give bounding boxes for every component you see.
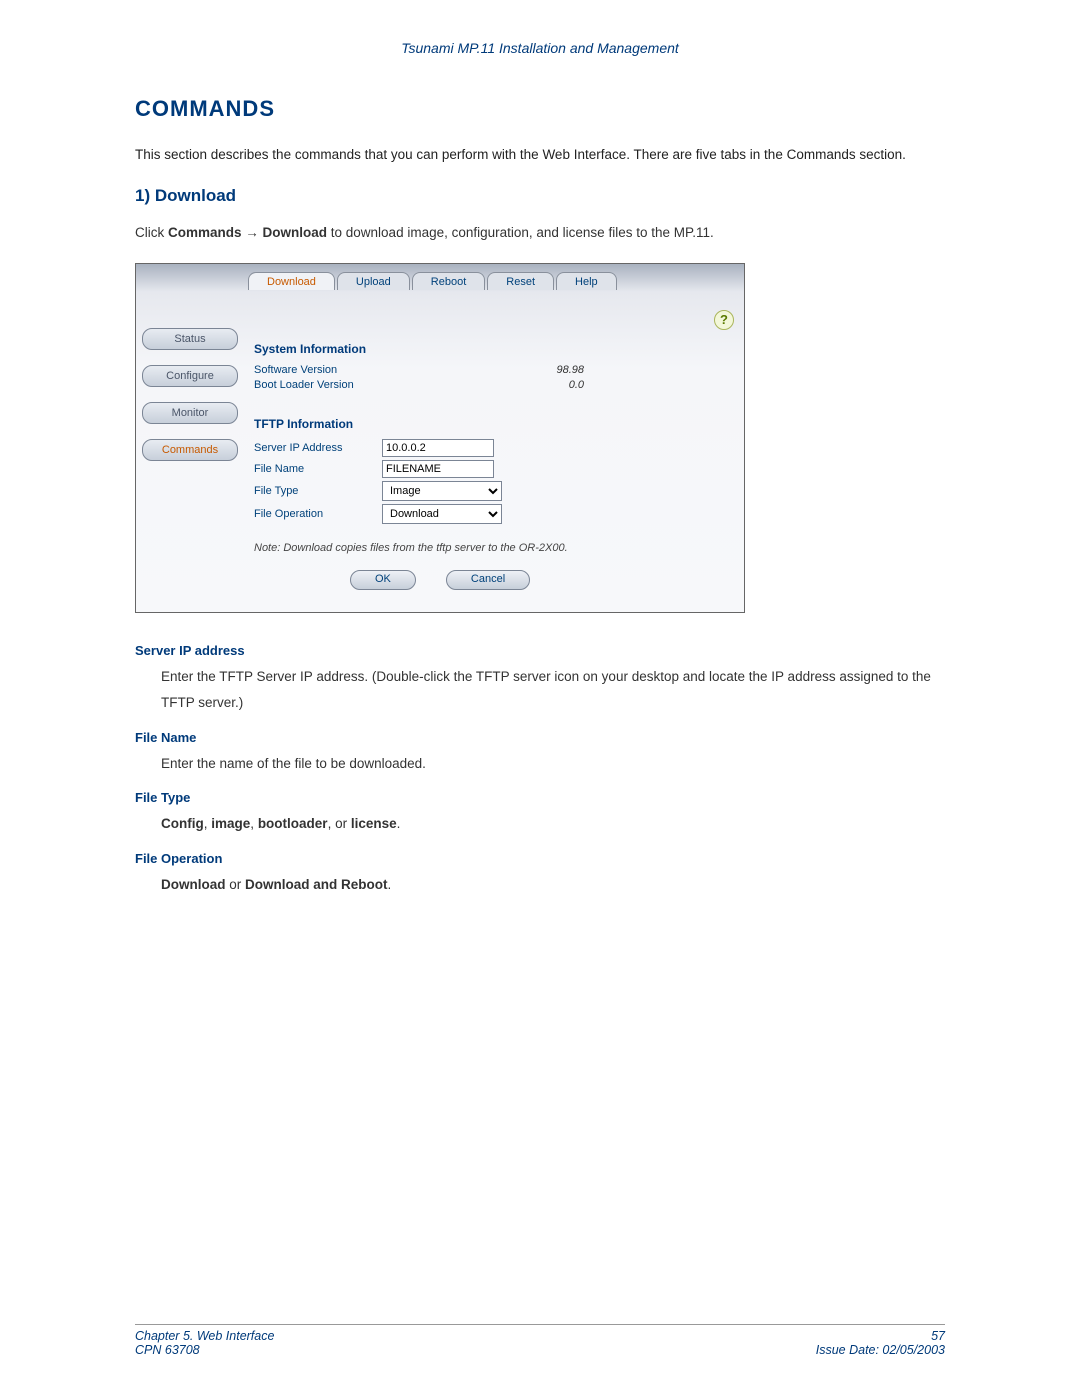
content-area: System Information Software Version 98.9… — [254, 334, 730, 590]
footer-issue-date: Issue Date: 02/05/2003 — [816, 1343, 945, 1357]
fo-sep2: . — [388, 877, 392, 892]
ft-sep2: , — [250, 816, 258, 831]
term-file-name: File Name — [135, 730, 945, 745]
doc-header: Tsunami MP.11 Installation and Managemen… — [135, 40, 945, 56]
row-software-version: Software Version 98.98 — [254, 364, 730, 376]
footer-cpn: CPN 63708 — [135, 1343, 274, 1357]
click-instruction: Click Commands → Download to download im… — [135, 220, 945, 246]
ok-button[interactable]: OK — [350, 570, 416, 590]
tftp-heading: TFTP Information — [254, 417, 730, 431]
value-software-version: 98.98 — [464, 364, 594, 376]
term-file-operation: File Operation — [135, 851, 945, 866]
ft-license: license — [351, 816, 397, 831]
label-bootloader-version: Boot Loader Version — [254, 379, 464, 391]
select-file-operation[interactable]: Download — [382, 504, 502, 524]
sidebar-item-monitor[interactable]: Monitor — [142, 402, 238, 424]
body-server-ip: Enter the TFTP Server IP address. (Doubl… — [161, 664, 945, 715]
top-tabs: Download Upload Reboot Reset Help — [248, 268, 736, 290]
label-file-type: File Type — [254, 485, 382, 497]
click-suffix: to download image, configuration, and li… — [327, 225, 714, 240]
row-server-ip: Server IP Address — [254, 439, 730, 457]
sidebar-item-commands[interactable]: Commands — [142, 439, 238, 461]
fo-sep1: or — [226, 877, 246, 892]
click-prefix: Click — [135, 225, 168, 240]
row-file-name: File Name — [254, 460, 730, 478]
body-file-type: Config, image, bootloader, or license. — [161, 811, 945, 837]
row-bootloader-version: Boot Loader Version 0.0 — [254, 379, 730, 391]
fo-download-reboot: Download and Reboot — [245, 877, 388, 892]
tab-reset[interactable]: Reset — [487, 272, 554, 290]
web-interface-screenshot: Download Upload Reboot Reset Help ? Stat… — [135, 263, 745, 613]
tab-reboot[interactable]: Reboot — [412, 272, 485, 290]
footer-chapter: Chapter 5. Web Interface — [135, 1329, 274, 1343]
fo-download: Download — [161, 877, 226, 892]
select-file-type[interactable]: Image — [382, 481, 502, 501]
term-file-type: File Type — [135, 790, 945, 805]
cancel-button[interactable]: Cancel — [446, 570, 530, 590]
ft-config: Config — [161, 816, 204, 831]
note-text: Note: Download copies files from the tft… — [254, 542, 730, 554]
tab-download[interactable]: Download — [248, 272, 335, 290]
footer-page-number: 57 — [816, 1329, 945, 1343]
row-file-type: File Type Image — [254, 481, 730, 501]
row-file-operation: File Operation Download — [254, 504, 730, 524]
term-server-ip: Server IP address — [135, 643, 945, 658]
side-nav: Status Configure Monitor Commands — [142, 328, 238, 476]
sysinfo-heading: System Information — [254, 342, 730, 356]
label-software-version: Software Version — [254, 364, 464, 376]
sidebar-item-status[interactable]: Status — [142, 328, 238, 350]
tab-upload[interactable]: Upload — [337, 272, 410, 290]
body-file-operation: Download or Download and Reboot. — [161, 872, 945, 898]
ft-sep3: , or — [328, 816, 351, 831]
value-bootloader-version: 0.0 — [464, 379, 594, 391]
click-path: Commands → Download — [168, 225, 327, 240]
body-file-name: Enter the name of the file to be downloa… — [161, 751, 945, 777]
input-server-ip[interactable] — [382, 439, 494, 457]
label-file-operation: File Operation — [254, 508, 382, 520]
page-footer: Chapter 5. Web Interface CPN 63708 57 Is… — [135, 1324, 945, 1357]
label-file-name: File Name — [254, 463, 382, 475]
sidebar-item-configure[interactable]: Configure — [142, 365, 238, 387]
input-file-name[interactable] — [382, 460, 494, 478]
label-server-ip: Server IP Address — [254, 442, 382, 454]
section-title: COMMANDS — [135, 96, 945, 122]
definitions: Server IP address Enter the TFTP Server … — [135, 643, 945, 897]
tab-help[interactable]: Help — [556, 272, 617, 290]
ft-image: image — [211, 816, 250, 831]
intro-paragraph: This section describes the commands that… — [135, 142, 945, 168]
ft-bootloader: bootloader — [258, 816, 328, 831]
button-row: OK Cancel — [254, 570, 730, 590]
ft-sep4: . — [397, 816, 401, 831]
help-icon[interactable]: ? — [714, 310, 734, 330]
sub-title-download: 1) Download — [135, 186, 945, 206]
